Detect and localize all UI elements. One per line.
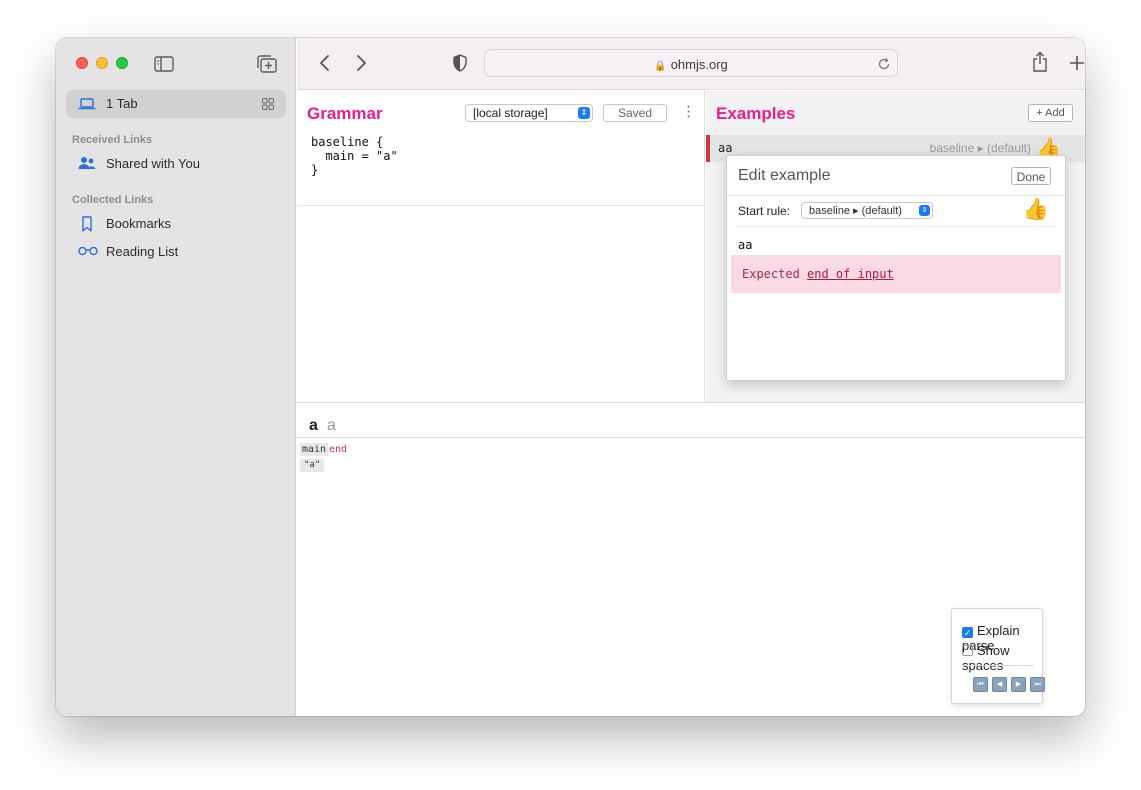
received-links-header: Received Links: [72, 134, 153, 146]
privacy-shield-icon[interactable]: [453, 54, 467, 72]
select-arrows-icon: ⇕: [919, 205, 930, 216]
error-link[interactable]: end of input: [807, 267, 894, 281]
add-example-button[interactable]: + Add: [1028, 104, 1073, 122]
example-input[interactable]: aa: [738, 238, 752, 252]
grammar-panel: Grammar [local storage] ⇕ Saved ⋮ baseli…: [297, 91, 705, 402]
grammar-editor[interactable]: baseline { main = "a" }: [311, 135, 398, 177]
start-rule-label: Start rule:: [738, 204, 791, 218]
collected-links-header: Collected Links: [72, 194, 154, 206]
storage-select-value: [local storage]: [473, 106, 548, 120]
start-rule-value: baseline ▸ (default): [809, 205, 902, 217]
trace-rule-end[interactable]: end: [329, 444, 347, 455]
popup-divider: [738, 226, 1054, 227]
shared-people-icon: [78, 157, 96, 169]
start-rule-select[interactable]: baseline ▸ (default) ⇕: [801, 202, 933, 219]
shared-with-you-label: Shared with You: [106, 156, 200, 171]
sidebar-item-shared-with-you[interactable]: Shared with You: [72, 153, 282, 175]
explain-parse-checkbox[interactable]: ✓: [962, 627, 973, 638]
back-icon[interactable]: [319, 54, 331, 72]
parse-visualizer: a a main end "a" ✓ Explain parse Show spa…: [297, 402, 1085, 716]
zoom-window-button[interactable]: [116, 57, 128, 69]
url-text: 🔒 ohmjs.org: [654, 57, 728, 72]
show-spaces-option[interactable]: Show spaces: [962, 643, 1042, 673]
examples-title: Examples: [716, 104, 796, 123]
parse-error-box: Expected end of input: [731, 255, 1061, 293]
trace-rule-main[interactable]: main: [300, 443, 329, 456]
main-content: 🔒 ohmjs.org Grammar [local storage] ⇕ Sa…: [297, 38, 1085, 716]
browser-toolbar: 🔒 ohmjs.org: [297, 38, 1085, 90]
share-icon[interactable]: [1032, 51, 1048, 73]
input-char: a: [309, 417, 318, 434]
show-spaces-checkbox[interactable]: [962, 645, 973, 656]
edit-example-title: Edit example: [738, 167, 831, 184]
close-window-button[interactable]: [76, 57, 88, 69]
select-arrows-icon: ⇕: [578, 107, 590, 119]
options-panel: ✓ Explain parse Show spaces ⏮ ◀ ▶ ⏭: [951, 608, 1045, 704]
step-back-icon[interactable]: ◀: [992, 677, 1007, 692]
grammar-divider: [297, 205, 705, 206]
tab-count-label: 1 Tab: [106, 96, 138, 111]
bookmark-icon: [82, 216, 92, 232]
done-button[interactable]: Done: [1011, 167, 1051, 185]
reading-glasses-icon: [78, 246, 98, 256]
new-tab-group-icon[interactable]: [256, 54, 278, 74]
bookmarks-label: Bookmarks: [106, 216, 172, 231]
tab-overview-icon[interactable]: [262, 98, 274, 110]
storage-select[interactable]: [local storage] ⇕: [465, 104, 593, 122]
thumbs-up-icon[interactable]: 👍: [1023, 198, 1049, 222]
grammar-title: Grammar: [307, 104, 383, 123]
lock-icon: 🔒: [654, 61, 667, 72]
minimize-window-button[interactable]: [96, 57, 108, 69]
laptop-icon: [78, 98, 96, 110]
reading-list-label: Reading List: [106, 244, 179, 259]
trace-literal[interactable]: "a": [300, 459, 325, 472]
example-rule: baseline ▸ (default): [929, 141, 1031, 155]
edit-example-popup: Edit example Done Start rule: baseline ▸…: [726, 155, 1066, 381]
reload-icon[interactable]: [877, 57, 891, 71]
sidebar-toggle-icon[interactable]: [154, 56, 174, 72]
sidebar-item-reading-list[interactable]: Reading List: [72, 241, 282, 263]
sidebar: 1 Tab Received Links Shared with You Col…: [56, 38, 296, 716]
input-char: a: [327, 417, 336, 434]
saved-button[interactable]: Saved: [603, 104, 667, 122]
input-strip: a a: [297, 403, 1085, 438]
skip-to-start-icon[interactable]: ⏮: [973, 677, 988, 692]
more-options-icon[interactable]: ⋮: [681, 102, 696, 120]
sidebar-item-tabs[interactable]: 1 Tab: [66, 90, 286, 118]
new-tab-plus-icon[interactable]: [1069, 55, 1085, 71]
skip-to-end-icon[interactable]: ⏭: [1030, 677, 1045, 692]
forward-icon[interactable]: [355, 54, 367, 72]
browser-window: 1 Tab Received Links Shared with You Col…: [56, 38, 1085, 716]
options-divider: [962, 665, 1034, 666]
step-forward-icon[interactable]: ▶: [1011, 677, 1026, 692]
popup-divider: [727, 195, 1065, 196]
sidebar-item-bookmarks[interactable]: Bookmarks: [72, 213, 282, 235]
error-message: Expected end of input: [742, 267, 894, 281]
example-text: aa: [718, 141, 733, 155]
address-bar[interactable]: 🔒 ohmjs.org: [484, 49, 898, 77]
